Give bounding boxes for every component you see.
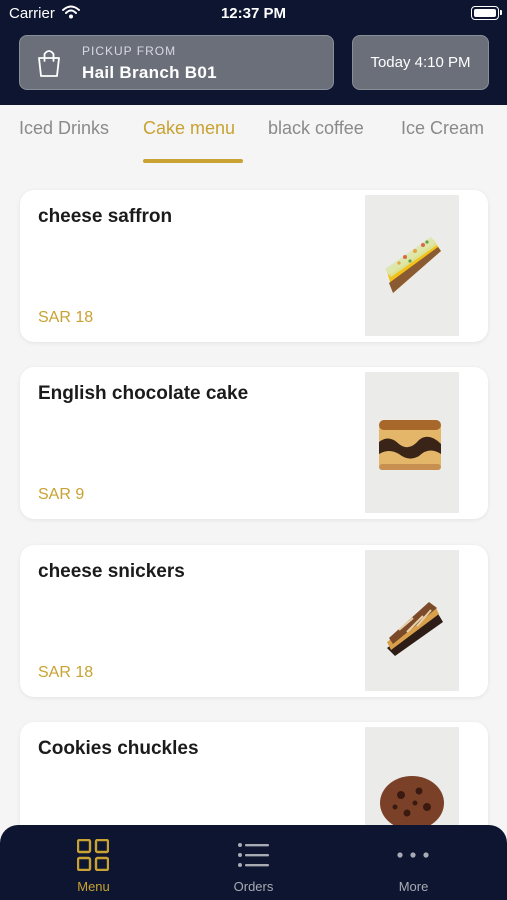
status-time: 12:37 PM xyxy=(220,5,287,22)
active-tab-indicator xyxy=(143,159,243,163)
app-header: Carrier 12:37 PM PICKUP FROM Hail Branch… xyxy=(0,0,507,105)
tab-iced-drinks[interactable]: Iced Drinks xyxy=(19,118,109,139)
shopping-bag-icon xyxy=(38,50,60,77)
nav-orders-label: Orders xyxy=(233,879,274,894)
category-tabs: Iced Drinks Cake menu black coffee Ice C… xyxy=(0,105,507,167)
grid-icon xyxy=(77,839,109,871)
pickup-label: PICKUP FROM xyxy=(82,44,177,58)
nav-menu[interactable]: Menu xyxy=(9,825,178,900)
product-name: English chocolate cake xyxy=(38,383,249,404)
product-card[interactable]: English chocolate cake SAR 9 xyxy=(20,367,488,519)
chocolate-cake-slice-icon xyxy=(379,420,441,470)
nav-more[interactable]: More xyxy=(329,825,498,900)
product-name: Cookies chuckles xyxy=(38,738,199,759)
bottom-nav: Menu Orders More xyxy=(0,825,507,900)
snickers-cake-slice-icon xyxy=(387,602,443,656)
product-card[interactable]: cheese snickers SAR 18 xyxy=(20,545,488,697)
pickup-time: Today 4:10 PM xyxy=(370,54,471,71)
pickup-branch-selector[interactable]: PICKUP FROM Hail Branch B01 xyxy=(19,35,334,90)
pickup-time-selector[interactable]: Today 4:10 PM xyxy=(352,35,489,90)
product-price: SAR 9 xyxy=(38,486,85,503)
product-image xyxy=(365,372,459,513)
tab-black-coffee[interactable]: black coffee xyxy=(268,118,364,139)
product-card[interactable]: cheese saffron SAR 18 xyxy=(20,190,488,342)
tab-ice-cream[interactable]: Ice Cream xyxy=(401,118,484,139)
nav-orders[interactable]: Orders xyxy=(169,825,338,900)
list-icon xyxy=(238,843,269,867)
nav-more-label: More xyxy=(398,879,429,894)
more-dots-icon xyxy=(397,852,429,858)
product-name: cheese saffron xyxy=(38,206,173,227)
product-image xyxy=(365,550,459,691)
nav-menu-label: Menu xyxy=(77,879,110,894)
product-name: cheese snickers xyxy=(38,561,185,582)
product-price: SAR 18 xyxy=(38,309,94,326)
battery-icon xyxy=(471,6,502,20)
cheesecake-slice-icon xyxy=(385,237,441,293)
tab-cake-menu[interactable]: Cake menu xyxy=(143,118,235,139)
product-image xyxy=(365,195,459,336)
branch-name: Hail Branch B01 xyxy=(82,63,217,82)
product-price: SAR 18 xyxy=(38,664,94,681)
status-bar: Carrier 12:37 PM xyxy=(0,0,507,28)
